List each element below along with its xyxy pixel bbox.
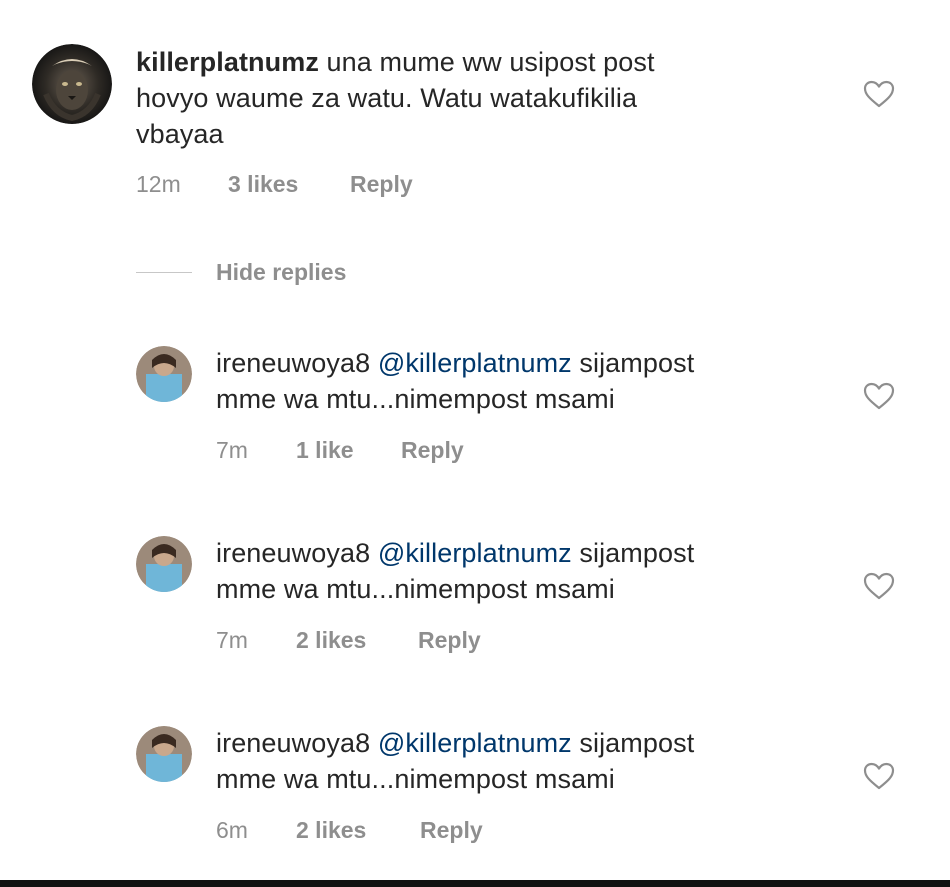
reply-username[interactable]: ireneuwoya8 (216, 538, 370, 568)
comment-body-line3: vbayaa (136, 119, 224, 149)
reply-reply-button[interactable]: Reply (401, 435, 464, 465)
hide-replies-divider (136, 271, 192, 273)
reply-timestamp: 6m (216, 817, 248, 843)
hide-replies-button[interactable]: Hide replies (136, 256, 346, 288)
comment-username[interactable]: killerplatnumz (136, 47, 319, 77)
reply-body-line2: mme wa mtu...nimempost msami (216, 764, 615, 794)
heart-outline-icon[interactable] (863, 382, 895, 410)
reply-username[interactable]: ireneuwoya8 (216, 728, 370, 758)
reply-likes-count[interactable]: 2 likes (296, 815, 420, 845)
heart-outline-icon[interactable] (863, 762, 895, 790)
reply-body-line2: mme wa mtu...nimempost msami (216, 384, 615, 414)
hide-replies-label: Hide replies (216, 258, 347, 285)
reply-meta: 7m 2 likes Reply (216, 625, 481, 655)
reply-body-line2: mme wa mtu...nimempost msami (216, 574, 615, 604)
reply-body-line1: sijampost (571, 348, 695, 378)
reply-meta: 6m 2 likes Reply (216, 815, 483, 845)
reply-reply-button[interactable]: Reply (420, 815, 483, 845)
user-avatar-icon[interactable] (136, 536, 192, 592)
reply-likes-count[interactable]: 2 likes (296, 625, 418, 655)
reply-username[interactable]: ireneuwoya8 (216, 348, 370, 378)
reply-likes-count[interactable]: 1 like (296, 435, 401, 465)
reply-meta: 7m 1 like Reply (216, 435, 464, 465)
comment-timestamp: 12m (136, 171, 181, 197)
lion-avatar-icon[interactable] (32, 44, 112, 124)
reply-body-line1: sijampost (571, 538, 695, 568)
comment-text: killerplatnumz una mume ww usipost post … (136, 44, 836, 152)
reply-mention-link[interactable]: @killerplatnumz (378, 728, 572, 758)
comment-meta: 12m 3 likes Reply (136, 169, 413, 199)
comment-body-line2: hovyo waume za watu. Watu watakufikilia (136, 83, 638, 113)
reply-mention-link[interactable]: @killerplatnumz (378, 348, 572, 378)
comment-body-line1: una mume ww usipost post (318, 47, 655, 77)
heart-outline-icon[interactable] (863, 572, 895, 600)
heart-outline-icon[interactable] (863, 80, 895, 108)
reply-mention-link[interactable]: @killerplatnumz (378, 538, 572, 568)
comment-reply-button[interactable]: Reply (350, 169, 413, 199)
reply-timestamp: 7m (216, 437, 248, 463)
comment-likes-count[interactable]: 3 likes (228, 169, 350, 199)
user-avatar-icon[interactable] (136, 726, 192, 782)
reply-text: ireneuwoya8 @killerplatnumz sijampost mm… (216, 345, 856, 417)
reply-text: ireneuwoya8 @killerplatnumz sijampost mm… (216, 535, 856, 607)
reply-timestamp: 7m (216, 627, 248, 653)
reply-reply-button[interactable]: Reply (418, 625, 481, 655)
reply-text: ireneuwoya8 @killerplatnumz sijampost mm… (216, 725, 856, 797)
reply-body-line1: sijampost (571, 728, 695, 758)
bottom-border (0, 880, 950, 887)
user-avatar-icon[interactable] (136, 346, 192, 402)
